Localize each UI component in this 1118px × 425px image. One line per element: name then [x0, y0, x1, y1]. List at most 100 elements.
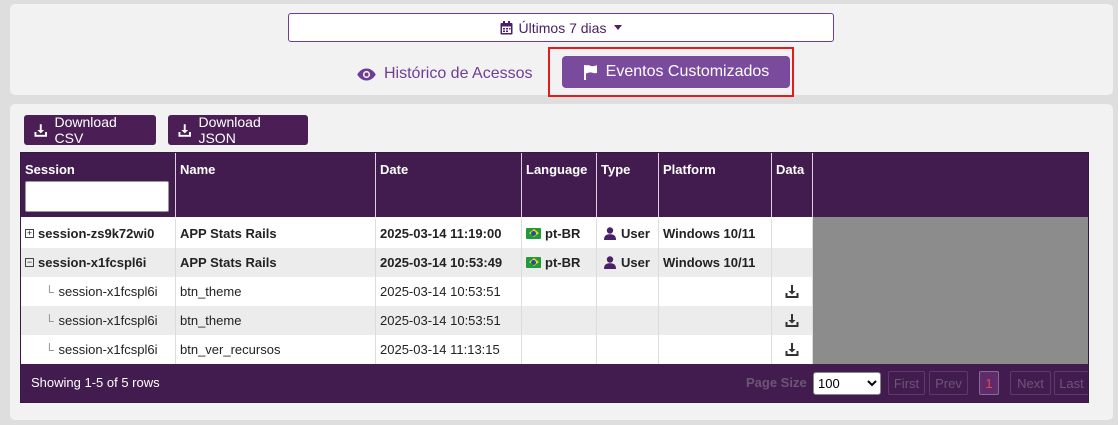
table-row[interactable]: └ session-x1fcspl6i btn_theme 2025-03-14… — [21, 277, 813, 306]
name-cell: btn_ver_recursos — [176, 335, 376, 364]
platform-cell: Windows 10/11 — [659, 219, 772, 248]
session-cell: − session-x1fcspl6i — [21, 248, 176, 277]
data-cell — [772, 277, 813, 306]
type-cell — [597, 277, 659, 306]
column-label: Name — [180, 162, 216, 177]
table-row[interactable]: └ session-x1fcspl6i btn_theme 2025-03-14… — [21, 306, 813, 335]
date-cell: 2025-03-14 11:13:15 — [376, 335, 522, 364]
download-json-label: Download JSON — [198, 114, 261, 146]
highlight-box — [548, 47, 794, 97]
column-label: Type — [601, 162, 631, 177]
session-text: session-x1fcspl6i — [58, 284, 158, 299]
session-filter-input[interactable] — [25, 181, 169, 212]
first-page-button[interactable]: First — [888, 371, 925, 395]
user-icon — [604, 256, 616, 269]
user-icon — [604, 227, 616, 240]
date-range-label: Últimos 7 dias — [518, 19, 607, 36]
column-label: Language — [526, 162, 588, 177]
column-header-session[interactable]: Session — [21, 153, 176, 217]
language-cell: pt-BR — [522, 248, 597, 277]
platform-cell: Windows 10/11 — [659, 248, 772, 277]
column-header-type[interactable]: Type — [597, 153, 659, 217]
download-icon — [34, 123, 48, 137]
date-cell: 2025-03-14 10:53:51 — [376, 277, 522, 306]
data-cell — [772, 335, 813, 364]
language-text: pt-BR — [545, 226, 581, 241]
date-cell: 2025-03-14 10:53:51 — [376, 306, 522, 335]
tree-branch-icon: └ — [45, 313, 54, 328]
language-cell: pt-BR — [522, 219, 597, 248]
type-text: User — [621, 226, 650, 241]
brazil-flag-icon — [526, 228, 541, 239]
language-cell — [522, 277, 597, 306]
caret-down-icon — [614, 25, 623, 30]
language-cell — [522, 335, 597, 364]
calendar-icon — [500, 20, 513, 34]
session-cell: └ session-x1fcspl6i — [21, 306, 176, 335]
column-header-platform[interactable]: Platform — [659, 153, 772, 217]
session-text: session-zs9k72wi0 — [38, 226, 155, 241]
collapse-icon[interactable]: − — [25, 258, 34, 267]
session-text: session-x1fcspl6i — [58, 313, 158, 328]
table-row[interactable]: └ session-x1fcspl6i btn_ver_recursos 202… — [21, 335, 813, 364]
column-label: Date — [380, 162, 409, 177]
column-header-date[interactable]: Date — [376, 153, 522, 217]
events-table: Session Name Date Language Type Platform… — [20, 152, 1089, 403]
name-cell: btn_theme — [176, 306, 376, 335]
last-page-button[interactable]: Last — [1054, 371, 1088, 395]
column-label: Session — [25, 162, 75, 177]
name-cell: btn_theme — [176, 277, 376, 306]
type-cell — [597, 306, 659, 335]
expand-icon[interactable]: + — [25, 229, 34, 238]
download-icon[interactable] — [785, 343, 799, 356]
table-row[interactable]: + session-zs9k72wi0 APP Stats Rails 2025… — [21, 219, 813, 248]
showing-rows-text: Showing 1-5 of 5 rows — [31, 375, 160, 390]
type-text: User — [621, 255, 650, 270]
data-cell — [772, 306, 813, 335]
session-text: session-x1fcspl6i — [38, 255, 147, 270]
download-csv-label: Download CSV — [54, 114, 117, 146]
brazil-flag-icon — [526, 257, 541, 268]
column-header-data[interactable]: Data — [772, 153, 813, 217]
eye-icon — [357, 68, 376, 80]
type-cell: User — [597, 248, 659, 277]
next-page-button[interactable]: Next — [1010, 371, 1051, 395]
data-cell — [772, 219, 813, 248]
download-icon[interactable] — [785, 314, 799, 327]
table-row[interactable]: − session-x1fcspl6i APP Stats Rails 2025… — [21, 248, 813, 277]
date-range-dropdown[interactable]: Últimos 7 dias — [288, 13, 834, 42]
type-cell: User — [597, 219, 659, 248]
table-header: Session Name Date Language Type Platform… — [21, 153, 1088, 217]
download-icon[interactable] — [785, 285, 799, 298]
column-label: Data — [776, 162, 805, 177]
download-icon — [178, 123, 191, 137]
tree-branch-icon: └ — [45, 284, 54, 299]
data-cell — [772, 248, 813, 277]
prev-page-button[interactable]: Prev — [929, 371, 968, 395]
session-cell: └ session-x1fcspl6i — [21, 335, 176, 364]
tab-label: Histórico de Acessos — [384, 65, 533, 82]
column-header-name[interactable]: Name — [176, 153, 376, 217]
page-button-current[interactable]: 1 — [979, 371, 999, 395]
download-json-button[interactable]: Download JSON — [168, 114, 308, 146]
name-cell: APP Stats Rails — [176, 219, 376, 248]
column-label: Platform — [663, 162, 716, 177]
column-header-language[interactable]: Language — [522, 153, 597, 217]
table-footer: Showing 1-5 of 5 rows Page Size 100 Firs… — [21, 364, 1088, 402]
date-cell: 2025-03-14 11:19:00 — [376, 219, 522, 248]
page-size-label: Page Size — [746, 375, 807, 390]
download-csv-button[interactable]: Download CSV — [24, 114, 156, 146]
language-cell — [522, 306, 597, 335]
platform-cell — [659, 306, 772, 335]
platform-cell — [659, 335, 772, 364]
session-cell: + session-zs9k72wi0 — [21, 219, 176, 248]
session-text: session-x1fcspl6i — [58, 342, 158, 357]
tree-branch-icon: └ — [45, 342, 54, 357]
empty-area — [813, 217, 1088, 364]
name-cell: APP Stats Rails — [176, 248, 376, 277]
tab-historico-acessos[interactable]: Histórico de Acessos — [357, 60, 533, 88]
platform-cell — [659, 277, 772, 306]
session-cell: └ session-x1fcspl6i — [21, 277, 176, 306]
date-cell: 2025-03-14 10:53:49 — [376, 248, 522, 277]
page-size-select[interactable]: 100 — [813, 372, 881, 395]
